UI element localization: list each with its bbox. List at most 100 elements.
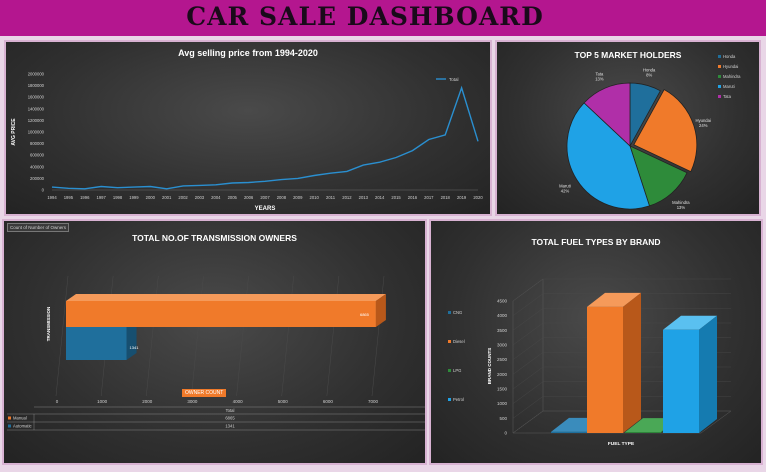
x-axis-title: FUEL TYPE xyxy=(608,441,635,447)
table-swatch-automatic xyxy=(8,424,11,428)
table-row-value: 6865 xyxy=(225,416,235,421)
grid-line xyxy=(512,366,544,390)
x-axis-title: YEARS xyxy=(255,206,276,212)
x-tick-label: 2013 xyxy=(359,195,369,200)
x-tick-label: 2003 xyxy=(195,195,205,200)
legend-label-diesel: Diesel xyxy=(453,339,465,344)
x-tick-label: 2018 xyxy=(441,195,451,200)
x-tick-label: 0 xyxy=(56,399,59,404)
legend-label-petrol: Petrol xyxy=(453,397,464,402)
legend-swatch-petrol xyxy=(448,398,451,401)
y-tick-label: 3000 xyxy=(497,343,508,348)
y-tick-label: 1000 xyxy=(497,401,508,406)
y-tick-label: 800000 xyxy=(30,141,45,146)
y-axis-title: BRAND COUNTS xyxy=(487,348,492,385)
grid-line xyxy=(512,396,544,419)
x-tick-label: 1994 xyxy=(47,195,57,200)
y-tick-label: 2500 xyxy=(497,357,508,362)
bar-automatic xyxy=(66,327,127,360)
pie-label-pct: 24% xyxy=(699,123,708,128)
bar-diesel xyxy=(587,306,623,433)
grid-line xyxy=(512,410,544,434)
avg-price-line-chart: 0 200000 400000 600000 800000 1000000 1200000 1… xyxy=(11,72,483,213)
legend-swatch-mahindra xyxy=(718,75,721,78)
grid-line xyxy=(512,278,544,302)
y-tick-label: 4500 xyxy=(497,299,508,304)
x-tick-label: 1999 xyxy=(129,195,139,200)
legend-swatch-honda xyxy=(718,55,721,58)
x-tick-label: 2006 xyxy=(244,195,254,200)
legend-swatch-maruti xyxy=(718,85,721,88)
x-tick-label: 2017 xyxy=(424,195,434,200)
grid-line xyxy=(512,337,544,360)
pie-label-pct: 13% xyxy=(595,76,604,81)
pie-label-pct: 13% xyxy=(677,205,686,210)
table-swatch-manual xyxy=(8,416,11,420)
bar-manual xyxy=(66,301,376,327)
y-tick-label: 200000 xyxy=(30,176,45,181)
header-banner: CAR SALE DASHBOARD xyxy=(0,0,766,36)
table-row-value: 1341 xyxy=(225,424,235,429)
bar-side-diesel xyxy=(623,292,641,433)
x-tick-label: 5000 xyxy=(278,399,289,404)
legend-swatch-diesel xyxy=(448,340,451,343)
legend-label-maruti: Maruti xyxy=(723,84,735,89)
y-tick-label: 0 xyxy=(504,431,507,436)
x-tick-label: 2020 xyxy=(473,195,483,200)
y-tick-label: 2000 xyxy=(497,372,508,377)
dashboard-title: CAR SALE DASHBOARD xyxy=(186,2,544,31)
grid-line xyxy=(512,381,544,404)
x-tick-label: 2005 xyxy=(228,195,238,200)
bar-cng xyxy=(551,431,587,433)
y-tick-label: 4000 xyxy=(497,313,508,318)
x-tick-label: 2008 xyxy=(277,195,287,200)
table-header: Total xyxy=(226,408,235,413)
y-tick-label: 400000 xyxy=(30,164,45,169)
x-tick-label: 1997 xyxy=(96,195,106,200)
y-tick-label: 1800000 xyxy=(28,83,45,88)
x-tick-label: 3000 xyxy=(187,399,198,404)
legend-label-tata: Tata xyxy=(723,94,732,99)
x-tick-label: 2007 xyxy=(260,195,270,200)
bar-value-label: 1341 xyxy=(130,345,140,350)
x-tick-label: 6000 xyxy=(323,399,334,404)
side-wall xyxy=(512,278,544,434)
grid-line xyxy=(512,352,544,375)
x-tick-label: 2011 xyxy=(326,195,336,200)
market-holders-pie-chart: Honda 8% Hyundai 24% Mahindra 13% Maruti 42% Tat… xyxy=(559,54,741,210)
transmission-bar-chart: 0 1000 2000 3000 4000 5000 6000 7000 1341 6865 TRA… xyxy=(7,275,425,431)
legend-swatch-tata xyxy=(718,95,721,98)
x-tick-label: 2000 xyxy=(142,399,153,404)
transmission-panel[interactable]: Count of Number of Owners TOTAL NO.OF TR… xyxy=(2,219,427,465)
table-row-name: Manual xyxy=(13,416,27,421)
legend-swatch-hyundai xyxy=(718,65,721,68)
x-tick-label: 1000 xyxy=(97,399,108,404)
series-line-total xyxy=(51,85,479,190)
x-tick-label: 2009 xyxy=(293,195,303,200)
x-tick-label: 1998 xyxy=(113,195,123,200)
y-tick-label: 1000000 xyxy=(28,130,45,135)
x-tick-label: 2014 xyxy=(375,195,385,200)
x-tick-label: 2001 xyxy=(162,195,172,200)
bar-top-manual xyxy=(66,294,386,301)
legend-swatch-cng xyxy=(448,311,451,314)
legend-label-total: Total xyxy=(449,77,459,82)
x-tick-label: 2019 xyxy=(457,195,467,200)
market-holders-panel[interactable]: TOP 5 MARKET HOLDERS Honda 8% Hyundai 24% Ma… xyxy=(495,40,761,216)
y-tick-label: 1600000 xyxy=(28,95,45,100)
x-tick-label: 1995 xyxy=(64,195,74,200)
fuel-types-panel[interactable]: TOTAL FUEL TYPES BY BRAND 0 500 1000 1500 20… xyxy=(429,219,763,465)
y-tick-label: 1400000 xyxy=(28,106,45,111)
pie-label-pct: 8% xyxy=(646,72,652,77)
y-tick-label: 1500 xyxy=(497,387,508,392)
owner-count-axis-label: OWNER COUNT xyxy=(182,389,227,397)
table-row-name: Automatic xyxy=(13,424,32,429)
x-tick-label: 4000 xyxy=(233,399,244,404)
x-tick-label: 2012 xyxy=(342,195,352,200)
bar-petrol xyxy=(663,329,699,433)
y-tick-label: 2000000 xyxy=(28,72,45,77)
avg-price-panel[interactable]: Avg selling price from 1994-2020 0 200000… xyxy=(4,40,492,216)
y-tick-label: 600000 xyxy=(30,153,45,158)
grid-line xyxy=(512,293,544,316)
y-tick-label: 1200000 xyxy=(28,118,45,123)
